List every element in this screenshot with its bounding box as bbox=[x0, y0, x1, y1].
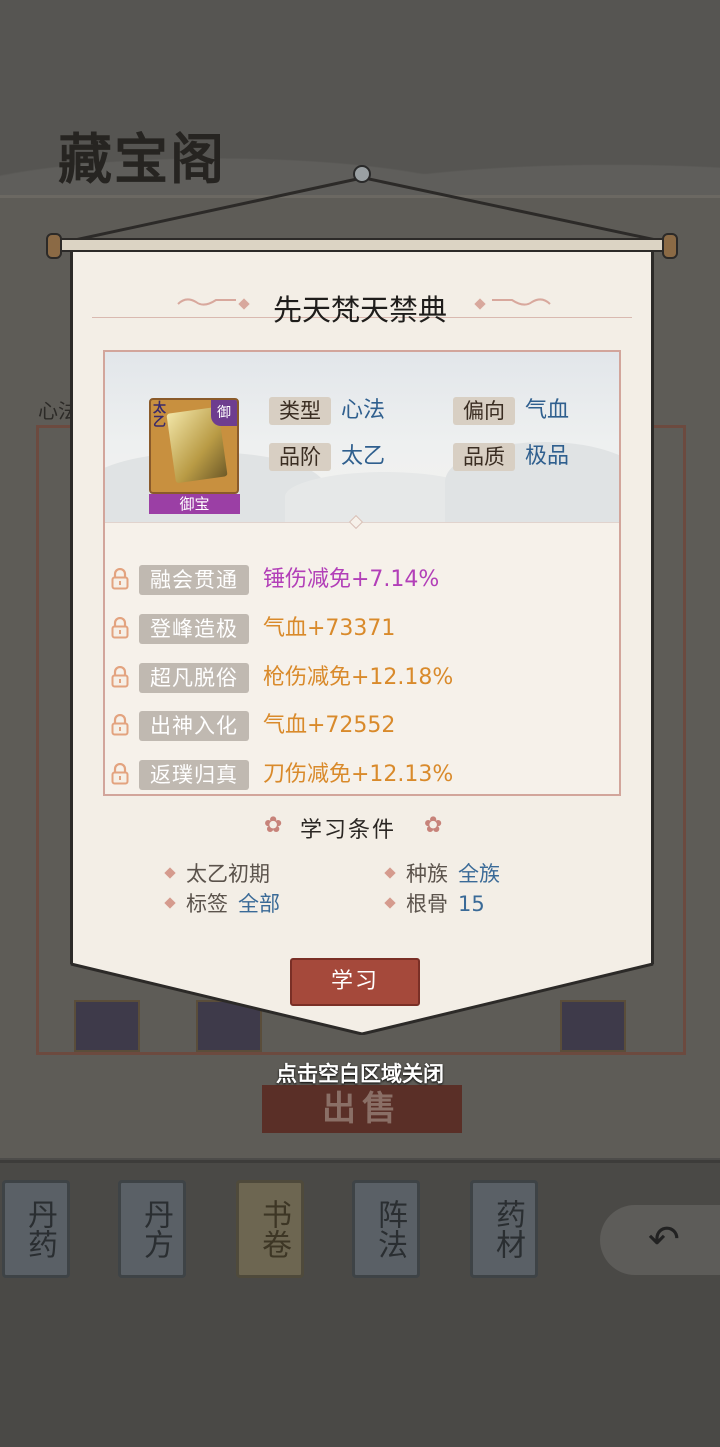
tab-recipes[interactable]: 丹方 bbox=[118, 1180, 186, 1278]
item-info-card: 太乙 御 御宝 类型 心法 偏向 气血 品阶 太乙 品质 极品 融会贯通 锤伤减免… bbox=[103, 350, 621, 796]
diamond-bullet-icon bbox=[384, 867, 396, 879]
learn-button[interactable]: 学习 bbox=[290, 958, 420, 1006]
skill-effect: 气血+73371 bbox=[263, 616, 396, 641]
skill-row: 返璞归真 刀伤减免+12.13% bbox=[105, 759, 619, 793]
hanger-knob bbox=[353, 165, 371, 183]
skill-name: 融会贯通 bbox=[139, 565, 249, 595]
tab-formations[interactable]: 阵法 bbox=[352, 1180, 420, 1278]
attr-label-quality: 品质 bbox=[453, 443, 515, 471]
skill-row: 出神入化 气血+72552 bbox=[105, 710, 619, 744]
flower-icon: ✿ bbox=[264, 813, 283, 838]
rod-cap bbox=[46, 233, 62, 259]
requirement-race: 种族 全族 bbox=[384, 860, 500, 888]
scroll-rod bbox=[50, 238, 674, 252]
tab-scrolls[interactable]: 书卷 bbox=[236, 1180, 304, 1278]
attr-value-rank: 太乙 bbox=[341, 444, 386, 469]
attr-value-bias: 气血 bbox=[525, 398, 570, 423]
requirement-realm: 太乙初期 bbox=[164, 860, 280, 888]
attr-value-quality: 极品 bbox=[525, 444, 570, 469]
skill-row-partial bbox=[105, 518, 619, 552]
lock-icon bbox=[111, 666, 129, 688]
lock-icon bbox=[111, 617, 129, 639]
attr-label-rank: 品阶 bbox=[269, 443, 331, 471]
skill-name: 登峰造极 bbox=[139, 614, 249, 644]
popup-title: 先天梵天禁典 bbox=[272, 293, 447, 327]
attr-label-bias: 偏向 bbox=[453, 397, 515, 425]
requirements-title: 学习条件 bbox=[300, 818, 397, 843]
skill-effect: 枪伤减免+12.18% bbox=[263, 665, 454, 690]
grade-badge: 太乙 bbox=[153, 401, 167, 430]
diamond-bullet-icon bbox=[164, 867, 176, 879]
close-hint[interactable]: 点击空白区域关闭 bbox=[0, 1058, 720, 1088]
grid-item-thumbnail[interactable] bbox=[560, 1000, 626, 1052]
lock-icon bbox=[111, 568, 129, 590]
requirement-tag: 标签 全部 bbox=[164, 890, 280, 918]
royal-badge: 御 bbox=[211, 400, 237, 426]
skill-row: 融会贯通 锤伤减免+7.14% bbox=[105, 564, 619, 598]
diamond-bullet-icon bbox=[164, 897, 176, 909]
skill-effect: 锤伤减免+7.14% bbox=[263, 567, 440, 592]
attr-value-type: 心法 bbox=[341, 398, 386, 423]
attr-label-type: 类型 bbox=[269, 397, 331, 425]
grid-item-thumbnail[interactable] bbox=[74, 1000, 140, 1052]
back-button[interactable]: ↶ bbox=[600, 1205, 720, 1275]
skill-effect: 刀伤减免+12.13% bbox=[263, 762, 454, 787]
skill-name: 超凡脱俗 bbox=[139, 663, 249, 693]
skill-name: 出神入化 bbox=[139, 711, 249, 741]
skill-row: 登峰造极 气血+73371 bbox=[105, 613, 619, 647]
lock-icon bbox=[111, 763, 129, 785]
back-arrow-icon: ↶ bbox=[648, 1217, 680, 1261]
tab-herbs[interactable]: 药材 bbox=[470, 1180, 538, 1278]
requirement-bone: 根骨 15 bbox=[384, 890, 485, 918]
flower-icon: ✿ bbox=[424, 813, 443, 838]
skill-effect: 气血+72552 bbox=[263, 713, 396, 738]
page-title: 藏宝阁 bbox=[58, 127, 226, 191]
skill-row: 超凡脱俗 枪伤减免+12.18% bbox=[105, 662, 619, 696]
tab-pills[interactable]: 丹药 bbox=[2, 1180, 70, 1278]
sell-button[interactable]: 出售 bbox=[262, 1085, 462, 1133]
diamond-bullet-icon bbox=[384, 897, 396, 909]
lock-icon bbox=[111, 714, 129, 736]
item-tag: 御宝 bbox=[149, 494, 240, 514]
item-book-icon: 太乙 御 bbox=[149, 398, 239, 494]
rod-cap bbox=[662, 233, 678, 259]
skill-name: 返璞归真 bbox=[139, 760, 249, 790]
